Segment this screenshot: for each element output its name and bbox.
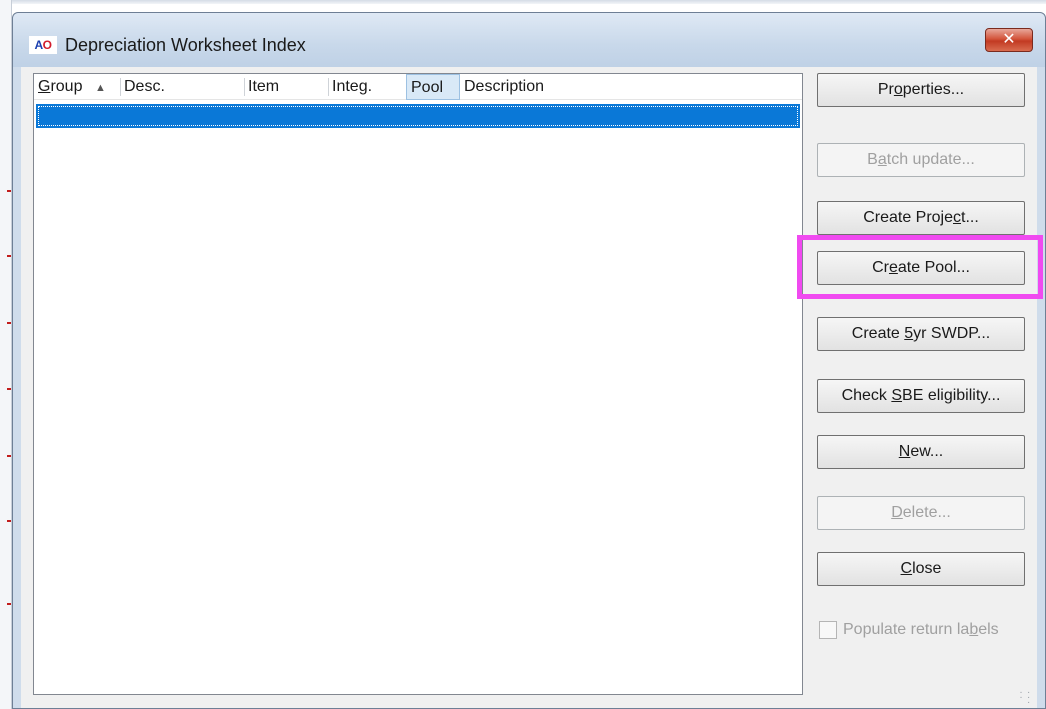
title-bar[interactable]: AO Depreciation Worksheet Index ✕: [13, 13, 1045, 67]
button-text: tch update...: [886, 151, 975, 168]
background-tick: [7, 520, 11, 522]
app-icon-letter-a: A: [34, 38, 43, 52]
batch-update-button[interactable]: Batch update...: [817, 143, 1025, 177]
worksheet-list[interactable]: Group ▲ Desc. Item Integ. Pool Descripti…: [33, 73, 803, 695]
sort-ascending-icon: ▲: [94, 82, 106, 94]
button-text: BE eligibility...: [902, 387, 1001, 404]
button-mnemonic: D: [891, 504, 903, 521]
column-header-description[interactable]: Description: [460, 74, 660, 100]
button-text: Create: [851, 325, 905, 342]
depreciation-worksheet-index-dialog: AO Depreciation Worksheet Index ✕ Group …: [12, 12, 1046, 709]
create-pool-highlight: [797, 235, 1043, 299]
column-pool-label: Pool: [411, 79, 444, 96]
background-app-strip: [0, 0, 12, 709]
populate-return-labels-checkbox[interactable]: [819, 620, 837, 639]
column-header-group[interactable]: Group ▲: [34, 74, 120, 100]
button-mnemonic: c: [953, 209, 962, 226]
column-separator[interactable]: [120, 78, 121, 96]
new-button[interactable]: New...: [817, 435, 1025, 469]
column-header-desc[interactable]: Desc.: [120, 74, 244, 100]
button-text: lose: [912, 560, 942, 577]
button-text: Pr: [877, 81, 894, 98]
checkbox-label: els: [978, 621, 999, 638]
check-sbe-eligibility-button[interactable]: Check SBE eligibility...: [817, 379, 1025, 413]
close-icon: ✕: [1002, 31, 1016, 48]
column-header-item[interactable]: Item: [244, 74, 328, 100]
column-header-integ[interactable]: Integ.: [328, 74, 406, 100]
button-text: Check: [841, 387, 892, 404]
background-app-top: [0, 0, 1046, 4]
button-text: perties...: [902, 81, 965, 98]
dialog-client-area: Group ▲ Desc. Item Integ. Pool Descripti…: [21, 67, 1043, 708]
create-5yr-swdp-button[interactable]: Create 5yr SWDP...: [817, 317, 1025, 351]
background-tick: [7, 190, 11, 192]
button-mnemonic: a: [877, 151, 887, 168]
button-text: t...: [961, 209, 979, 226]
background-tick: [7, 322, 11, 324]
checkbox-label: Populate return la: [843, 621, 970, 638]
button-mnemonic: S: [891, 387, 903, 404]
button-text: B: [867, 151, 878, 168]
populate-return-labels-row[interactable]: Populate return labels: [819, 619, 999, 643]
properties-button[interactable]: Properties...: [817, 73, 1025, 107]
list-header: Group ▲ Desc. Item Integ. Pool Descripti…: [34, 74, 802, 100]
window-title: Depreciation Worksheet Index: [65, 35, 306, 55]
column-desc-label: Desc.: [124, 78, 165, 95]
column-integ-label: Integ.: [332, 78, 373, 95]
button-mnemonic: C: [900, 560, 913, 577]
column-group-mnemonic: G: [38, 78, 51, 95]
background-tick: [7, 388, 11, 390]
resize-grip-icon[interactable]: . .. . .: [1017, 686, 1031, 706]
button-mnemonic: N: [898, 443, 911, 460]
column-group-label: roup: [50, 78, 83, 95]
column-header-pool[interactable]: Pool: [406, 74, 460, 100]
button-text: ew...: [910, 443, 944, 460]
app-icon: AO: [29, 36, 57, 54]
button-text: yr SWDP...: [913, 325, 991, 342]
background-tick: [7, 603, 11, 605]
button-mnemonic: 5: [904, 325, 914, 342]
checkbox-mnemonic: b: [969, 621, 979, 638]
table-row-selected[interactable]: [36, 104, 800, 128]
close-window-button[interactable]: ✕: [985, 28, 1033, 52]
column-separator[interactable]: [328, 78, 329, 96]
column-item-label: Item: [248, 78, 280, 95]
button-text: Create Proje: [863, 209, 954, 226]
column-description-label: Description: [464, 78, 545, 95]
delete-button[interactable]: Delete...: [817, 496, 1025, 530]
create-project-button[interactable]: Create Project...: [817, 201, 1025, 235]
button-mnemonic: o: [893, 81, 903, 98]
background-tick: [7, 255, 11, 257]
background-tick: [7, 455, 11, 457]
close-button[interactable]: Close: [817, 552, 1025, 586]
app-icon-letter-o: O: [42, 38, 52, 52]
column-separator[interactable]: [244, 78, 245, 96]
button-text: elete...: [902, 504, 951, 521]
